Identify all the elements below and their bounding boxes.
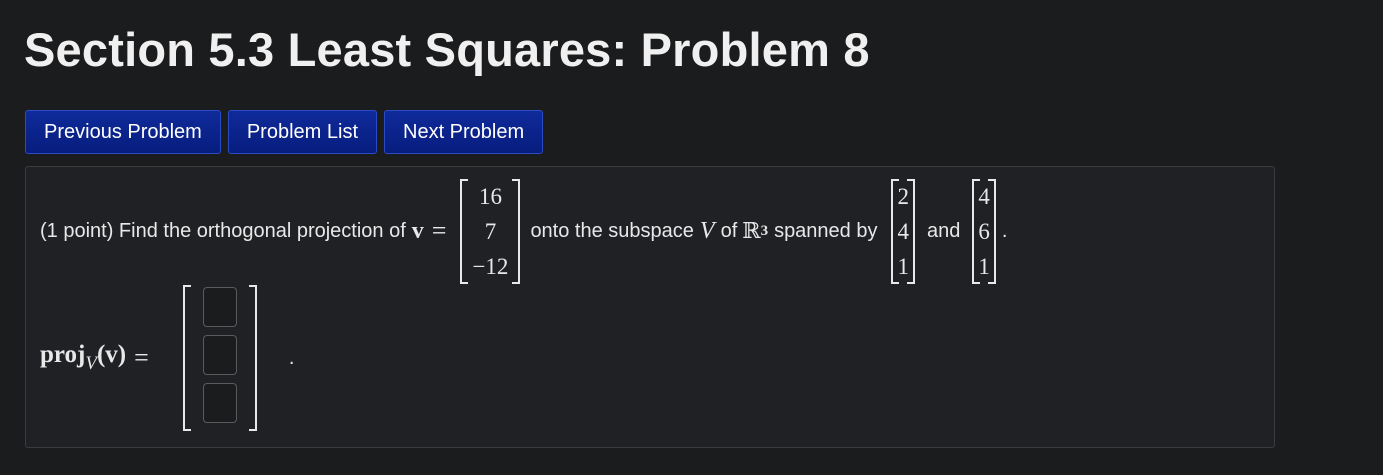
and-text: and — [926, 219, 961, 242]
answer-input-1[interactable] — [202, 287, 237, 327]
spanned-by-text: spanned by — [774, 219, 878, 242]
page-title: Section 5.3 Least Squares: Problem 8 — [24, 23, 870, 76]
problem-navigation: Previous Problem Problem List Next Probl… — [25, 110, 544, 154]
of-text: of — [720, 219, 738, 242]
answer-period: . — [288, 346, 295, 369]
left-bracket — [972, 178, 981, 284]
real-space-symbol: ℝ — [742, 218, 761, 244]
proj-text: proj — [40, 341, 86, 368]
right-bracket — [987, 178, 996, 284]
space-dimension: 3 — [760, 222, 769, 239]
problem-intro-text: (1 point) Find the orthogonal projection… — [40, 219, 406, 242]
right-bracket — [248, 285, 257, 431]
v-entry-3: −12 — [472, 253, 509, 279]
v-entry-2: 7 — [484, 218, 497, 244]
answer-matrix — [182, 285, 257, 431]
left-bracket — [891, 178, 900, 284]
left-bracket — [182, 285, 191, 431]
right-bracket — [512, 178, 521, 284]
proj-subscript: V — [85, 353, 97, 374]
statement-period: . — [1001, 219, 1008, 242]
basis-vector-1-matrix: 2 4 1 — [891, 178, 915, 284]
onto-text: onto the subspace — [530, 219, 694, 242]
answer-input-2[interactable] — [202, 335, 237, 375]
previous-problem-button[interactable]: Previous Problem — [25, 110, 221, 154]
basis-vector-2-matrix: 4 6 1 — [972, 178, 996, 284]
left-bracket — [460, 178, 469, 284]
proj-label: projV(v) — [40, 341, 126, 375]
answer-row: projV(v) = . — [40, 283, 294, 433]
next-problem-button[interactable]: Next Problem — [384, 110, 544, 154]
problem-statement: (1 point) Find the orthogonal projection… — [40, 178, 1008, 284]
answer-equals-sign: = — [134, 343, 149, 372]
subspace-symbol: V — [699, 217, 715, 244]
answer-input-3[interactable] — [202, 383, 237, 423]
vector-v-matrix: 16 7 −12 — [460, 178, 521, 284]
problem-panel: (1 point) Find the orthogonal projection… — [25, 166, 1275, 448]
right-bracket — [906, 178, 915, 284]
equals-sign: = — [431, 216, 447, 245]
v-entry-1: 16 — [478, 183, 502, 209]
problem-list-button[interactable]: Problem List — [227, 110, 377, 154]
proj-argument: (v) — [96, 341, 127, 368]
vector-v-symbol: v — [411, 217, 424, 244]
